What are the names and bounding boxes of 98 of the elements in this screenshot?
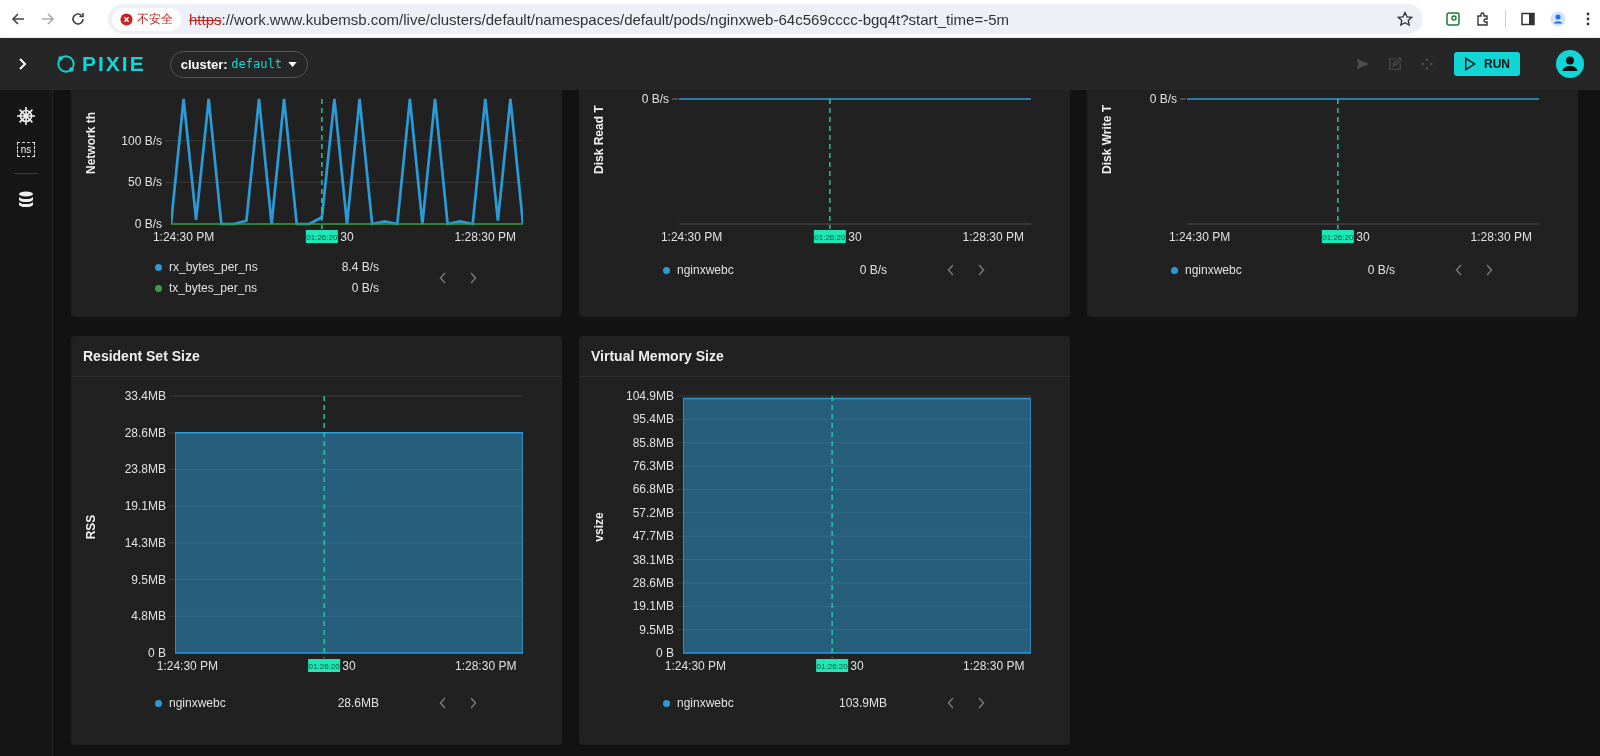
puzzle-icon[interactable]	[1475, 11, 1491, 27]
x-tick-label: 1:28:30 PM	[963, 659, 1025, 673]
url-text: https://work.www.kubemsb.com/live/clusters/default/namespaces/default/pods/nginxweb-64c569cccc-bgq4t?start_time=-5m	[189, 10, 1010, 28]
y-tick-label: 57.2MB	[632, 505, 674, 520]
chevron-left-icon	[1455, 264, 1463, 276]
warning-icon	[120, 12, 133, 26]
security-warning-chip[interactable]: 不安全	[112, 7, 181, 31]
y-tick-label: 4.8MB	[131, 609, 166, 624]
cursor-time-badge: 01:26:20	[816, 659, 849, 672]
legend-series-name: nginxwebc	[169, 696, 227, 710]
legend-value: 0 B/s	[350, 281, 379, 295]
y-tick-label: 28.6MB	[124, 425, 166, 440]
tick-mark	[671, 98, 679, 100]
chevron-right-icon	[977, 264, 985, 276]
chevron-right-icon	[977, 697, 985, 709]
x-tick-label: 1:28:30 PM	[454, 230, 516, 244]
y-tick-label: 95.4MB	[632, 412, 674, 427]
y-tick-label: 19.1MB	[124, 499, 166, 514]
y-tick-label: 28.6MB	[632, 575, 674, 590]
chevron-left-icon	[947, 264, 955, 276]
expand-chevron-icon[interactable]	[18, 57, 28, 71]
x-tick-label: 1:24:30 PM	[1168, 230, 1231, 244]
y-tick-label: 0 B	[148, 646, 166, 660]
cursor-time-badge: 01:26:20	[813, 230, 846, 243]
x-tick-label: 1:28:30 PM	[962, 230, 1024, 244]
x-tick-label: 30	[848, 230, 862, 244]
database-icon[interactable]	[16, 190, 36, 210]
card-title: Virtual Memory Size	[591, 348, 724, 364]
logo-text: PIXIE	[82, 52, 146, 76]
y-tick-label: 100 B/s	[121, 133, 162, 148]
legend-series-name: nginxwebc	[1185, 263, 1243, 277]
play-icon	[1464, 57, 1476, 71]
chevron-left-icon	[947, 697, 955, 709]
y-tick-label: 0 B/s	[641, 92, 669, 106]
x-tick-label: 1:24:30 PM	[152, 230, 215, 244]
star-icon[interactable]	[1397, 11, 1413, 27]
y-tick-label: 76.3MB	[632, 459, 674, 474]
y-tick-label: 19.1MB	[632, 599, 674, 614]
back-icon[interactable]	[10, 11, 26, 27]
avatar-icon[interactable]	[1556, 50, 1584, 78]
x-tick-label: 30	[850, 659, 864, 673]
reload-icon[interactable]	[70, 11, 86, 27]
y-tick-label: 85.8MB	[632, 435, 674, 450]
y-axis-title: vsize	[592, 512, 606, 542]
y-tick-label: 50 B/s	[127, 175, 162, 190]
chevron-left-icon	[439, 697, 447, 709]
card-title: Resident Set Size	[83, 348, 200, 364]
caret-icon	[287, 61, 297, 67]
x-tick-label: 30	[1356, 230, 1370, 244]
legend-series-name: rx_bytes_per_ns	[169, 260, 259, 274]
address-bar[interactable]: 不安全 https://work.www.kubemsb.com/live/clusters/default/namespaces/default/pods/nginxweb-64c569cccc-bgq4t?start_time=-5m	[108, 4, 1423, 34]
legend-series-name: tx_bytes_per_ns	[169, 281, 259, 295]
y-tick-label: 14.3MB	[124, 535, 166, 550]
y-tick-label: 0 B/s	[1149, 92, 1177, 106]
x-tick-label: 1:28:30 PM	[455, 659, 517, 673]
run-button[interactable]: RUN	[1454, 52, 1520, 76]
chevron-right-icon	[469, 271, 477, 284]
tick-mark	[1179, 98, 1187, 100]
legend-value: 0 B/s	[1366, 263, 1395, 277]
x-tick-label: 1:24:30 PM	[156, 659, 219, 673]
y-tick-label: 0 B	[656, 646, 674, 660]
legend-value: 8.4 B/s	[340, 260, 379, 274]
legend-value: 103.9MB	[837, 696, 887, 710]
y-axis-title: Disk Write T	[1100, 104, 1114, 174]
chevron-right-icon	[469, 697, 477, 709]
ship-wheel-icon[interactable]	[16, 106, 36, 126]
y-tick-label: 23.8MB	[124, 462, 166, 477]
cursor-time-badge: 01:26:20	[305, 230, 338, 243]
y-tick-label: 47.7MB	[632, 529, 674, 544]
x-tick-label: 1:24:30 PM	[660, 230, 723, 244]
legend-value: 28.6MB	[336, 696, 379, 710]
y-tick-label: 104.9MB	[625, 389, 674, 403]
x-tick-label: 1:24:30 PM	[664, 659, 727, 673]
y-tick-label: 9.5MB	[131, 572, 166, 587]
y-tick-label: 33.4MB	[124, 389, 166, 403]
cursor-time-badge: 01:26:20	[1321, 230, 1354, 243]
chevron-left-icon	[439, 271, 447, 284]
profile-icon[interactable]	[1550, 11, 1566, 27]
chevron-right-icon	[1485, 264, 1493, 276]
x-tick-label: 30	[340, 230, 354, 244]
legend-series-name: nginxwebc	[677, 263, 735, 277]
x-tick-label: 30	[342, 659, 356, 673]
more-menu-icon[interactable]	[1586, 11, 1590, 27]
side-panel-icon[interactable]	[1520, 11, 1536, 27]
namespace-button[interactable]: ns	[16, 142, 36, 157]
x-tick-label: 1:28:30 PM	[1470, 230, 1532, 244]
logo-ring-icon	[56, 54, 76, 74]
y-tick-label: 0 B/s	[134, 217, 162, 231]
y-axis-title: Network th	[84, 112, 98, 174]
legend-series-name: nginxwebc	[677, 696, 735, 710]
y-axis-title: Disk Read T	[592, 105, 606, 174]
y-tick-label: 9.5MB	[639, 622, 674, 637]
legend-value: 0 B/s	[858, 263, 887, 277]
cursor-time-badge: 01:26:20	[308, 659, 341, 672]
extension-person-icon[interactable]	[1445, 11, 1461, 27]
y-axis-title: RSS	[84, 514, 98, 540]
y-tick-label: 66.8MB	[632, 482, 674, 497]
y-tick-label: 38.1MB	[632, 552, 674, 567]
